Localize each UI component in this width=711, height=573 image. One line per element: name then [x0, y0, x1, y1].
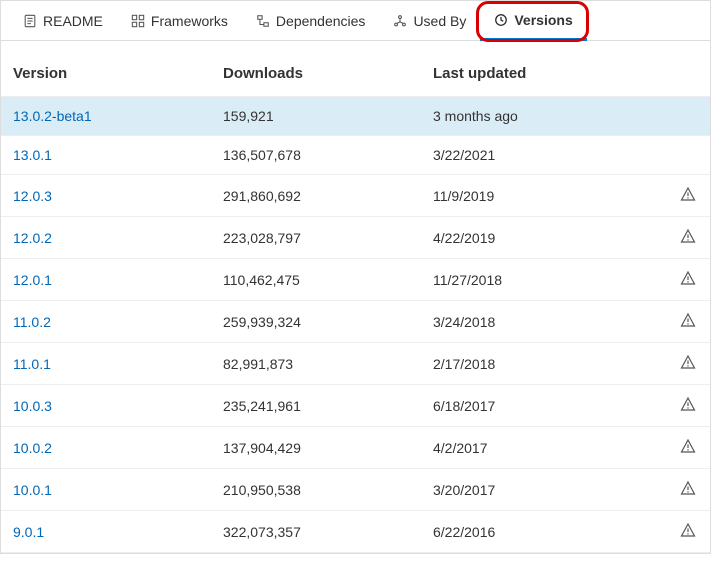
downloads-cell: 110,462,475 — [211, 259, 421, 301]
downloads-cell: 82,991,873 — [211, 343, 421, 385]
tab-readme-label: README — [43, 13, 103, 29]
version-link[interactable]: 10.0.2 — [13, 440, 52, 456]
version-link[interactable]: 10.0.1 — [13, 482, 52, 498]
tab-versions[interactable]: Versions — [480, 2, 586, 41]
warning-icon — [680, 438, 696, 454]
updated-cell: 3 months ago — [421, 97, 668, 136]
frameworks-icon — [131, 14, 145, 28]
tab-frameworks-label: Frameworks — [151, 13, 228, 29]
warning-icon — [680, 186, 696, 202]
downloads-cell: 159,921 — [211, 97, 421, 136]
header-warn — [668, 41, 710, 97]
tab-readme[interactable]: README — [9, 1, 117, 40]
table-row: 12.0.1 110,462,47511/27/2018 — [1, 259, 710, 301]
header-version: Version — [1, 41, 211, 97]
downloads-cell: 291,860,692 — [211, 175, 421, 217]
table-row: 10.0.3 235,241,9616/18/2017 — [1, 385, 710, 427]
updated-cell: 6/22/2016 — [421, 511, 668, 553]
downloads-cell: 259,939,324 — [211, 301, 421, 343]
downloads-cell: 235,241,961 — [211, 385, 421, 427]
updated-cell: 3/22/2021 — [421, 136, 668, 175]
warning-cell — [668, 343, 710, 385]
table-row: 12.0.3 291,860,69211/9/2019 — [1, 175, 710, 217]
version-link[interactable]: 12.0.1 — [13, 272, 52, 288]
table-row: 9.0.1 322,073,3576/22/2016 — [1, 511, 710, 553]
table-row: 10.0.1 210,950,5383/20/2017 — [1, 469, 710, 511]
table-row: 13.0.2-beta1 159,9213 months ago — [1, 97, 710, 136]
document-icon — [23, 14, 37, 28]
tab-usedby-label: Used By — [413, 13, 466, 29]
version-link[interactable]: 11.0.1 — [13, 356, 51, 372]
warning-cell — [668, 175, 710, 217]
tab-versions-label: Versions — [514, 12, 572, 28]
warning-cell — [668, 511, 710, 553]
version-link[interactable]: 11.0.2 — [13, 314, 51, 330]
tab-dependencies-label: Dependencies — [276, 13, 366, 29]
downloads-cell: 136,507,678 — [211, 136, 421, 175]
table-row: 10.0.2 137,904,4294/2/2017 — [1, 427, 710, 469]
downloads-cell: 137,904,429 — [211, 427, 421, 469]
table-row: 13.0.1 136,507,6783/22/2021 — [1, 136, 710, 175]
version-link[interactable]: 9.0.1 — [13, 524, 44, 540]
updated-cell: 4/22/2019 — [421, 217, 668, 259]
updated-cell: 11/27/2018 — [421, 259, 668, 301]
tab-usedby[interactable]: Used By — [379, 1, 480, 40]
header-downloads: Downloads — [211, 41, 421, 97]
table-row: 11.0.2 259,939,3243/24/2018 — [1, 301, 710, 343]
warning-icon — [680, 270, 696, 286]
version-link[interactable]: 13.0.2-beta1 — [13, 108, 92, 124]
header-updated: Last updated — [421, 41, 668, 97]
warning-cell — [668, 301, 710, 343]
dependencies-icon — [256, 14, 270, 28]
updated-cell: 11/9/2019 — [421, 175, 668, 217]
warning-cell — [668, 259, 710, 301]
versions-table: Version Downloads Last updated 13.0.2-be… — [1, 41, 710, 553]
warning-icon — [680, 396, 696, 412]
updated-cell: 2/17/2018 — [421, 343, 668, 385]
warning-cell — [668, 469, 710, 511]
version-link[interactable]: 10.0.3 — [13, 398, 52, 414]
warning-cell — [668, 136, 710, 175]
updated-cell: 3/24/2018 — [421, 301, 668, 343]
warning-icon — [680, 354, 696, 370]
downloads-cell: 322,073,357 — [211, 511, 421, 553]
warning-cell — [668, 217, 710, 259]
tab-bar: README Frameworks Dependencies — [1, 1, 710, 41]
downloads-cell: 210,950,538 — [211, 469, 421, 511]
updated-cell: 3/20/2017 — [421, 469, 668, 511]
tab-frameworks[interactable]: Frameworks — [117, 1, 242, 40]
warning-cell — [668, 385, 710, 427]
downloads-cell: 223,028,797 — [211, 217, 421, 259]
version-link[interactable]: 12.0.3 — [13, 188, 52, 204]
table-row: 11.0.1 82,991,8732/17/2018 — [1, 343, 710, 385]
clock-icon — [494, 13, 508, 27]
usedby-icon — [393, 14, 407, 28]
version-link[interactable]: 12.0.2 — [13, 230, 52, 246]
warning-icon — [680, 228, 696, 244]
warning-icon — [680, 312, 696, 328]
warning-icon — [680, 480, 696, 496]
warning-cell — [668, 427, 710, 469]
updated-cell: 6/18/2017 — [421, 385, 668, 427]
version-link[interactable]: 13.0.1 — [13, 147, 52, 163]
updated-cell: 4/2/2017 — [421, 427, 668, 469]
warning-cell — [668, 97, 710, 136]
tab-dependencies[interactable]: Dependencies — [242, 1, 380, 40]
table-row: 12.0.2 223,028,7974/22/2019 — [1, 217, 710, 259]
warning-icon — [680, 522, 696, 538]
